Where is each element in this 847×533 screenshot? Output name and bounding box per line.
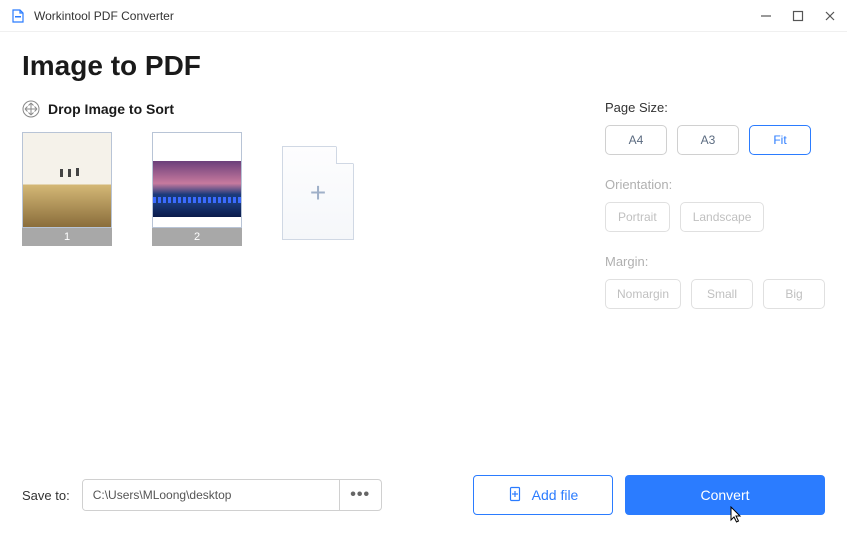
cursor-icon: [730, 506, 744, 529]
image-panel: Drop Image to Sort 1 2 +: [22, 100, 575, 331]
page-size-a3[interactable]: A3: [677, 125, 739, 155]
image-thumbnail[interactable]: 2: [152, 132, 242, 246]
plus-icon: +: [310, 177, 326, 209]
thumbnail-list: 1 2 +: [22, 132, 575, 246]
page-size-a4[interactable]: A4: [605, 125, 667, 155]
save-to-label: Save to:: [22, 488, 70, 503]
move-icon: [22, 100, 40, 118]
options-panel: Page Size: A4 A3 Fit Orientation: Portra…: [595, 100, 825, 331]
orientation-portrait: Portrait: [605, 202, 670, 232]
thumbnail-preview: [152, 132, 242, 228]
close-button[interactable]: [823, 9, 837, 23]
add-file-button[interactable]: Add file: [473, 475, 613, 515]
page-size-fit[interactable]: Fit: [749, 125, 811, 155]
save-path-group: •••: [82, 479, 382, 511]
maximize-button[interactable]: [791, 9, 805, 23]
save-path-input[interactable]: [83, 480, 339, 510]
app-title: Workintool PDF Converter: [34, 9, 759, 23]
orientation-landscape: Landscape: [680, 202, 765, 232]
orientation-label: Orientation:: [605, 177, 825, 192]
app-logo-icon: [10, 8, 26, 24]
minimize-button[interactable]: [759, 9, 773, 23]
page-title: Image to PDF: [0, 32, 847, 90]
add-file-label: Add file: [532, 487, 579, 503]
thumbnail-index: 1: [22, 228, 112, 246]
margin-big: Big: [763, 279, 825, 309]
window-controls: [759, 9, 837, 23]
browse-button[interactable]: •••: [339, 480, 381, 510]
margin-none: Nomargin: [605, 279, 681, 309]
thumbnail-index: 2: [152, 228, 242, 246]
titlebar: Workintool PDF Converter: [0, 0, 847, 32]
page-size-label: Page Size:: [605, 100, 825, 115]
sort-label: Drop Image to Sort: [48, 101, 174, 117]
thumbnail-preview: [22, 132, 112, 228]
add-image-tile[interactable]: +: [282, 146, 354, 240]
footer-bar: Save to: ••• Add file Convert: [0, 475, 847, 515]
image-thumbnail[interactable]: 1: [22, 132, 112, 246]
convert-label: Convert: [700, 487, 749, 503]
margin-small: Small: [691, 279, 753, 309]
convert-button[interactable]: Convert: [625, 475, 825, 515]
margin-label: Margin:: [605, 254, 825, 269]
add-file-icon: [508, 486, 524, 505]
